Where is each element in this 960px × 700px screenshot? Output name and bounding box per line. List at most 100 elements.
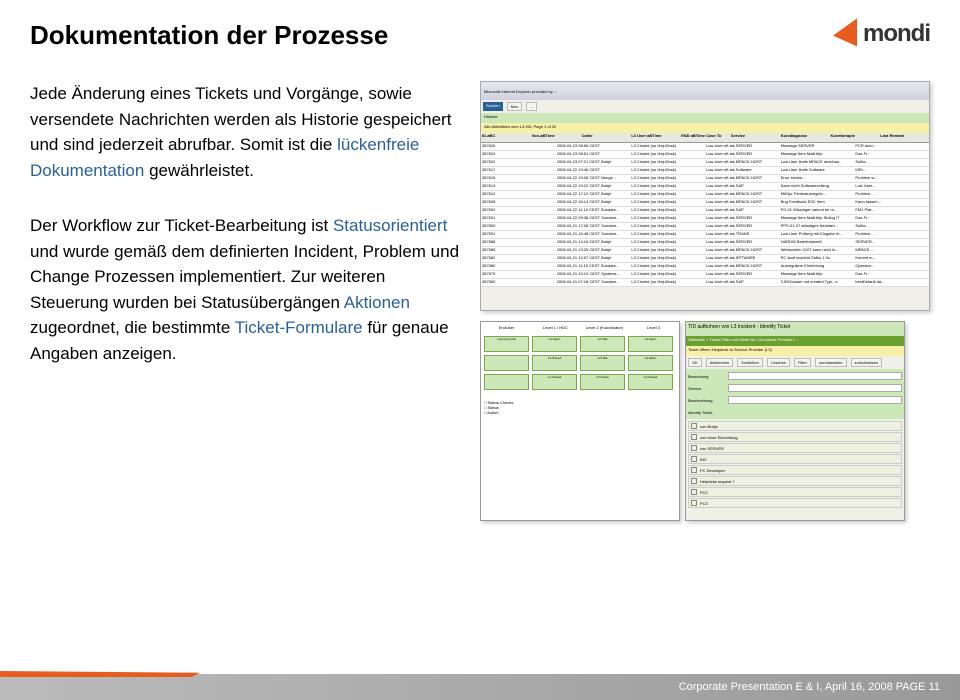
ss3-scenario: Ticket öffnen Helpdesk to Service-Provid… [686, 346, 904, 356]
screenshot-ticket-form: TID aufbohren von L3 Incident - Identify… [685, 321, 905, 521]
ss3-button[interactable]: Filter [794, 358, 811, 367]
ss3-list-item[interactable]: PC2 [688, 487, 902, 497]
ss2-legend-item: □ Action [484, 410, 676, 415]
ss2-flow-box: L1-Open [532, 336, 577, 352]
ss1-data-row[interactable]: 3876142008-04-22 19:22 CEST BubjeL3 Clos… [481, 183, 929, 191]
ss1-btn[interactable]: ... [526, 102, 537, 111]
ss2-columns: EndUser Level 1 / HDC Level 2 (Koordinator… [484, 325, 676, 330]
ss2-flow-box: L3-Open [628, 336, 673, 352]
ss1-data-row[interactable]: 3876012008-04-22 09:38 CEST Sundare...L3… [481, 215, 929, 223]
ss3-button[interactable]: Löschen [767, 358, 790, 367]
checkbox-icon[interactable] [691, 434, 697, 440]
ss1-data-row[interactable]: 3875882008-04-21 14:16 CEST BubjeL3 Clos… [481, 239, 929, 247]
p2-t3: zugeordnet, die bestimmte [30, 318, 235, 337]
ss2-flow-box: L3-Closed [628, 374, 673, 390]
ss1-section-bar: Historie [481, 113, 929, 123]
ss3-field-row: Bemerkung [688, 371, 902, 381]
ss1-data-row[interactable]: 3876242008-04-23 08:51 CESTL3 Closed (no… [481, 151, 929, 159]
ss2-col-header: Level 2 (Koordinator) [582, 325, 627, 330]
ss1-data-row[interactable]: 3876002008-04-21 17:08 CEST Sundare...L3… [481, 223, 929, 231]
ss3-list-item[interactable]: Helpdesk request ? [688, 476, 902, 486]
checkbox-icon[interactable] [691, 445, 697, 451]
ss1-table: ID-aBCVon-aBTimeCallerL3 User aBTimeEND … [481, 133, 929, 287]
footer-text: Corporate Presentation E & I, April 16, … [679, 681, 940, 693]
checkbox-icon[interactable] [691, 478, 697, 484]
ss1-data-row[interactable]: 3876122008-04-22 17:12 CEST BubjeL3 Clos… [481, 191, 929, 199]
ss3-list-item[interactable]: INC [688, 454, 902, 464]
ss1-data-row[interactable]: 3875822008-04-21 12:57 CEST BubjeL3 Clos… [481, 255, 929, 263]
paragraph-1: Jede Änderung eines Tickets und Vorgänge… [30, 81, 460, 183]
ss3-form: Bemerkung Service Beschreibung [686, 369, 904, 409]
ss1-data-row[interactable]: 3876172008-04-22 19:46 CESTL3 Closed (no… [481, 167, 929, 175]
ss3-field-label: Bemerkung [688, 374, 728, 379]
ss1-data-row[interactable]: 3875802008-04-21 11:15 CEST Sundare...L3… [481, 263, 929, 271]
ss3-button[interactable]: OK [688, 358, 702, 367]
ss2-boxes: Incoming CallL1-OpenL2>DtaL3-OpenL1-Solv… [484, 336, 676, 390]
ss2-flow-box: L1-Closed [532, 374, 577, 390]
ss1-data-row[interactable]: 3876262008-04-23 08:56 CESTL3 Closed (no… [481, 143, 929, 151]
ss3-breadcrumb: Startseite > Ticket-Filter und Werte für… [686, 336, 904, 346]
ss1-data-row[interactable]: 3876082008-04-22 16:14 CEST BubjeL3 Clos… [481, 199, 929, 207]
ss3-button[interactable]: Abbrechen [706, 358, 733, 367]
ss1-data-row[interactable]: 3875912008-04-21 16:48 CEST Sundare...L3… [481, 231, 929, 239]
checkbox-icon[interactable] [691, 456, 697, 462]
ss2-col-header: Level 3 [631, 325, 676, 330]
p2-t1: Der Workflow zur Ticket-Bearbeitung ist [30, 216, 333, 235]
ss3-field-input[interactable] [728, 396, 902, 404]
ss3-field-input[interactable] [728, 384, 902, 392]
ss2-col-header: Level 1 / HDC [533, 325, 578, 330]
ss3-button-row: OK Abbrechen Schließen Löschen Filter zurücks… [686, 356, 904, 369]
ss2-flow-box: L2>Dta [580, 355, 625, 371]
ss2-col-header: EndUser [484, 325, 529, 330]
ss3-list-item[interactable]: PC Developer [688, 465, 902, 475]
ss1-data-row[interactable]: 3876152008-04-22 19:08 CEST Neuge...L3 C… [481, 175, 929, 183]
ss1-data-row[interactable]: 3876222008-04-23 07:21 CEST BubjeL3 Clos… [481, 159, 929, 167]
ss3-field-label: Beschreibung [688, 398, 728, 403]
company-logo: mondi [833, 20, 930, 48]
ss1-data-row[interactable]: 3875852008-04-21 13:25 CEST BubjeL3 Clos… [481, 247, 929, 255]
checkbox-icon[interactable] [691, 467, 697, 473]
checkbox-icon[interactable] [691, 423, 697, 429]
ss2-legend: □ Status Checks□ Status□ Action [484, 400, 676, 415]
p2-h2: Aktionen [344, 293, 410, 312]
checkbox-icon[interactable] [691, 500, 697, 506]
text-column: Jede Änderung eines Tickets und Vorgänge… [30, 81, 460, 521]
checkbox-icon[interactable] [691, 489, 697, 495]
ss3-list-item[interactable]: von SERVER [688, 443, 902, 453]
ss3-field-row: Beschreibung [688, 395, 902, 405]
ss1-header-row: ID-aBCVon-aBTimeCallerL3 User aBTimeEND … [481, 133, 929, 143]
slide-footer: Corporate Presentation E & I, April 16, … [0, 674, 960, 700]
ss1-data-row[interactable]: 3876022008-04-22 11:10 CEST Sundare...L3… [481, 207, 929, 215]
ss3-field-input[interactable] [728, 372, 902, 380]
logo-text: mondi [863, 20, 930, 48]
ss3-list-item[interactable]: von Bubje [688, 421, 902, 431]
slide-title: Dokumentation der Prozesse [30, 20, 388, 51]
screenshot-workflow-diagram: EndUser Level 1 / HDC Level 2 (Koordinator… [480, 321, 680, 521]
ss1-data-row[interactable]: 3875602008-04-21 07:18 CEST Sundare...L3… [481, 279, 929, 287]
ss3-button[interactable]: zurücksetzen [815, 358, 847, 367]
ss1-data-row[interactable]: 3875792008-04-21 10:10 CEST Systems...L3… [481, 271, 929, 279]
ss2-flow-box: L2-Open [628, 355, 673, 371]
ss3-title: TID aufbohren von L3 Incident - Identify… [686, 322, 904, 336]
paragraph-2: Der Workflow zur Ticket-Bearbeitung ist … [30, 213, 460, 366]
ss1-toolbar: Suchen Neu ... [481, 100, 929, 113]
ss3-button[interactable]: Schließen [737, 358, 763, 367]
ss1-search-btn[interactable]: Suchen [483, 102, 503, 111]
ss1-titlebar: Microsoft Internet Explorer provided by … [481, 82, 929, 100]
logo-icon [833, 18, 857, 49]
ss3-button[interactable]: zurücksetzen [851, 358, 883, 367]
ss3-items-label: Identify Ticket [686, 409, 904, 419]
slide-header: Dokumentation der Prozesse mondi [30, 20, 930, 51]
screenshot-column: Microsoft Internet Explorer provided by … [480, 81, 930, 521]
p2-h3: Ticket-Formulare [235, 318, 363, 337]
screenshot-ticket-history: Microsoft Internet Explorer provided by … [480, 81, 930, 311]
ss3-field-label: Service [688, 386, 728, 391]
ss2-flow-box [484, 355, 529, 371]
ss1-window-title: Microsoft Internet Explorer provided by … [484, 89, 557, 94]
ss3-list-item[interactable]: von einer Einrichtung [688, 432, 902, 442]
ss2-flow-box: Incoming Call [484, 336, 529, 352]
ss3-list-item[interactable]: PC3 [688, 498, 902, 508]
ss3-item-list: von Bubjevon einer Einrichtungvon SERVER… [686, 419, 904, 511]
ss1-new-btn[interactable]: Neu [507, 102, 522, 111]
p1-t2: gewährleistet. [144, 161, 254, 180]
